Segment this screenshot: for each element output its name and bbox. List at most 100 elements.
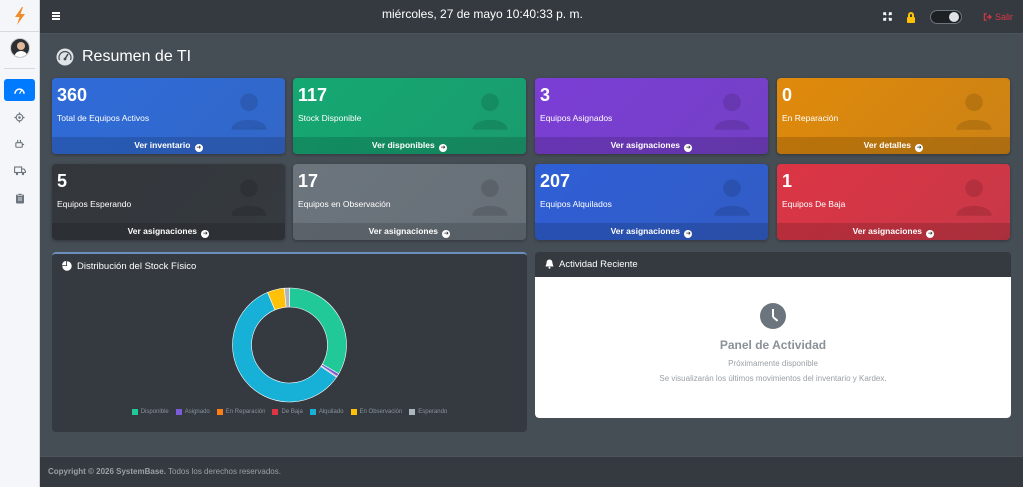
legend-swatch	[216, 409, 223, 415]
legend-item[interactable]: Alquilado	[309, 409, 344, 415]
chart-legend: Disponible Asignado En Reparación De Baja Al…	[52, 409, 527, 415]
stat-value: 3	[540, 85, 551, 105]
sidebar-item-truck[interactable]	[4, 160, 35, 182]
donut-slice[interactable]	[289, 287, 347, 375]
top-navbar: miércoles, 27 de mayo 10:40:33 p. m. Sal…	[40, 0, 1023, 34]
gauge-icon	[56, 48, 74, 66]
legend-swatch	[409, 409, 416, 415]
recent-activity-card: Actividad Reciente Panel de Actividad Pr…	[535, 252, 1011, 418]
legend-item[interactable]: Asignado	[175, 409, 210, 415]
user-avatar[interactable]	[9, 38, 30, 58]
stat-value: 117	[298, 85, 328, 105]
dashboard-icon	[14, 87, 25, 94]
arrow-circle-right-icon: ➜	[442, 230, 451, 238]
legend-swatch	[272, 409, 279, 415]
stat-link-label: Ver disponibles	[371, 140, 435, 150]
logout-label: Salir	[994, 12, 1013, 22]
stat-link-label: Ver asignaciones	[610, 226, 681, 236]
stat-background-icon	[472, 179, 508, 216]
theme-toggle[interactable]	[929, 10, 962, 24]
pie-chart-icon	[62, 261, 72, 271]
stat-link[interactable]: Ver asignaciones ➜	[52, 223, 285, 240]
legend-item[interactable]: En Observación	[350, 409, 403, 415]
stat-background-icon	[956, 93, 992, 130]
clock-icon	[760, 303, 786, 329]
stock-distribution-header: Distribución del Stock Físico	[52, 254, 527, 278]
legend-swatch	[309, 409, 316, 415]
stat-label: Equipos Asignados	[540, 113, 613, 123]
legend-item[interactable]: Disponible	[131, 409, 169, 415]
stat-link[interactable]: Ver disponibles ➜	[293, 137, 526, 154]
stat-link-label: Ver detalles	[863, 140, 911, 150]
stat-box: 207 Equipos Alquilados Ver asignaciones ➜	[535, 164, 768, 240]
sidebar	[0, 0, 40, 487]
stock-distribution-title: Distribución del Stock Físico	[77, 260, 197, 272]
legend-item[interactable]: De Baja	[272, 409, 303, 415]
stock-distribution-card: Distribución del Stock Físico Disponible…	[52, 252, 527, 432]
arrow-circle-right-icon: ➜	[201, 230, 210, 238]
legend-label: En Observación	[359, 409, 403, 415]
activity-panel-description: Se visualizarán los últimos movimientos …	[659, 374, 887, 383]
stat-link-label: Ver asignaciones	[127, 226, 198, 236]
bell-icon	[545, 259, 554, 269]
stat-link-label: Ver asignaciones	[852, 226, 923, 236]
legend-item[interactable]: En Reparación	[216, 409, 265, 415]
arrow-circle-right-icon: ➜	[684, 230, 693, 238]
stat-link[interactable]: Ver detalles ➜	[777, 137, 1010, 154]
stat-background-icon	[714, 179, 750, 216]
fullscreen-icon[interactable]	[883, 12, 893, 22]
stat-link[interactable]: Ver asignaciones ➜	[535, 223, 768, 240]
stat-box: 1 Equipos De Baja Ver asignaciones ➜	[777, 164, 1010, 240]
stat-link[interactable]: Ver inventario ➜	[52, 137, 285, 154]
stat-background-icon	[472, 93, 508, 130]
lock-icon[interactable]	[906, 11, 916, 23]
stat-background-icon	[231, 93, 267, 130]
menu-toggle-icon[interactable]	[52, 12, 60, 20]
stat-value: 17	[298, 171, 319, 191]
arrow-circle-right-icon: ➜	[915, 144, 924, 152]
sidebar-item-dashboard[interactable]	[4, 79, 35, 101]
sidebar-item-settings[interactable]	[4, 106, 35, 128]
stat-label: Stock Disponible	[298, 113, 362, 123]
stat-link[interactable]: Ver asignaciones ➜	[293, 223, 526, 240]
stat-label: Equipos Alquilados	[540, 199, 612, 209]
stat-link[interactable]: Ver asignaciones ➜	[777, 223, 1010, 240]
legend-swatch	[350, 409, 357, 415]
footer-rights: Todos los derechos reservados.	[168, 467, 281, 476]
stat-label: Equipos en Observación	[298, 199, 391, 209]
legend-label: Disponible	[140, 409, 169, 415]
logout-button[interactable]: Salir	[983, 12, 1013, 22]
stock-donut-chart	[232, 287, 347, 403]
legend-item[interactable]: Esperando	[409, 409, 447, 415]
stat-value: 1	[782, 171, 793, 191]
footer: Copyright © 2026 SystemBase. Todos los d…	[40, 456, 1023, 487]
sidebar-divider	[4, 68, 35, 69]
sidebar-item-clipboard[interactable]	[4, 187, 35, 209]
stat-background-icon	[956, 179, 992, 216]
stat-box: 17 Equipos en Observación Ver asignaciones…	[293, 164, 526, 240]
stat-box: 3 Equipos Asignados Ver asignaciones ➜	[535, 78, 768, 154]
arrow-circle-right-icon: ➜	[194, 144, 203, 152]
stat-box: 5 Equipos Esperando Ver asignaciones ➜	[52, 164, 285, 240]
page-title: Resumen de TI	[56, 48, 191, 66]
stat-link[interactable]: Ver asignaciones ➜	[535, 137, 768, 154]
activity-panel: Panel de Actividad Próximamente disponib…	[535, 277, 1011, 418]
stat-label: Total de Equipos Activos	[57, 113, 150, 123]
bolt-logo-icon	[14, 6, 25, 25]
arrow-circle-right-icon: ➜	[439, 144, 448, 152]
sidebar-item-plug[interactable]	[4, 133, 35, 155]
recent-activity-title: Actividad Reciente	[559, 258, 638, 270]
legend-label: Alquilado	[318, 409, 344, 415]
arrow-circle-right-icon: ➜	[926, 230, 935, 238]
sign-out-icon	[983, 13, 992, 21]
stat-link-label: Ver asignaciones	[610, 140, 681, 150]
truck-icon	[13, 166, 26, 176]
plug-icon	[15, 139, 25, 148]
brand-logo[interactable]	[0, 0, 39, 32]
stat-box: 360 Total de Equipos Activos Ver inventari…	[52, 78, 285, 154]
legend-swatch	[175, 409, 182, 415]
footer-copyright: Copyright © 2026 SystemBase.	[48, 467, 166, 476]
stat-box: 0 En Reparación Ver detalles ➜	[777, 78, 1010, 154]
page-title-text: Resumen de TI	[82, 48, 192, 65]
clipboard-icon	[15, 192, 24, 203]
